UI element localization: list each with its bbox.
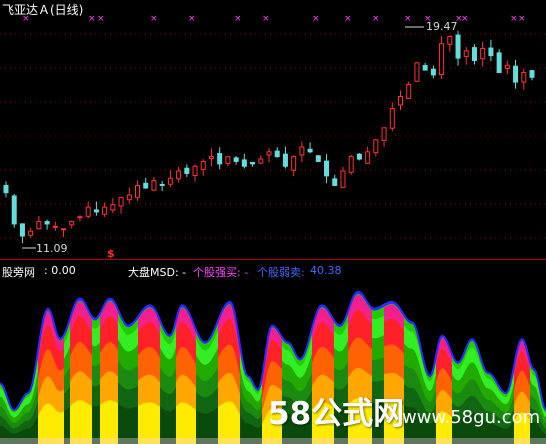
signal-marker: × — [404, 14, 412, 24]
signal-marker: × — [372, 14, 380, 24]
candle-body — [381, 127, 387, 142]
signal-marker: × — [234, 14, 242, 24]
candle-body — [200, 160, 206, 170]
candle-body — [480, 47, 486, 60]
candle-body — [373, 139, 379, 154]
candle-body — [151, 180, 157, 191]
signal-marker: × — [150, 14, 158, 24]
candle-body — [504, 64, 510, 70]
candle-body — [398, 96, 403, 106]
signal-marker: × — [510, 14, 518, 24]
candle-body — [332, 178, 338, 186]
candle-body — [176, 170, 182, 180]
candle-body — [529, 70, 535, 78]
candle-body — [455, 34, 461, 59]
signal-marker: × — [262, 14, 270, 24]
candle-body — [184, 167, 190, 174]
candle-body — [11, 195, 17, 225]
candle-body — [192, 165, 198, 176]
candle-body — [19, 223, 25, 237]
signal-marker: × — [461, 14, 469, 24]
candle-body — [61, 228, 67, 231]
chart-window: × × × × × × × × × × × × × × × × 飞亚达Ａ(日线) 19.47 11.09 $ … — [0, 0, 546, 444]
candle-body — [93, 209, 99, 213]
price-chart: × × × × × × × × × × × × ×× × × — [0, 14, 546, 260]
candle-body — [250, 161, 256, 165]
stock-title: 飞亚达Ａ(日线) — [2, 3, 84, 17]
candle-body — [389, 108, 395, 129]
signal-marker: × — [518, 14, 526, 24]
candle-body — [126, 194, 132, 201]
price-low-label: 11.09 — [36, 242, 68, 255]
signal-marker: × — [88, 14, 96, 24]
signal-marker: × — [97, 14, 105, 24]
candle-body — [299, 146, 305, 156]
candle-body — [69, 221, 75, 226]
candle-body — [167, 177, 173, 185]
indicator-hot-layer — [70, 400, 92, 444]
candle-body — [233, 157, 239, 162]
candle-body — [159, 183, 165, 186]
candle-body — [135, 184, 140, 198]
strong-sell-label: 个股弱卖: — [257, 266, 305, 279]
candle-body — [241, 159, 247, 167]
candle-body — [118, 197, 124, 207]
candle-body — [266, 151, 272, 156]
candle-body — [217, 153, 223, 165]
candle-body — [422, 65, 428, 71]
candle-body — [463, 50, 469, 58]
baseline-band — [0, 438, 546, 444]
candle-body — [447, 35, 453, 45]
candle-body — [365, 151, 371, 164]
candle-body — [348, 156, 354, 173]
watermark-logo: 58公式网 — [268, 396, 405, 432]
strong-buy-label: 个股强买: - — [193, 266, 249, 279]
candle-body — [356, 153, 362, 160]
candle-body — [430, 68, 436, 76]
indicator-hot-layer — [138, 402, 160, 444]
candle-body — [315, 155, 321, 162]
indicator-hot-layer — [176, 402, 196, 444]
candle-body — [143, 182, 149, 189]
candle-body — [52, 225, 58, 228]
strong-sell-value: 40.38 — [310, 264, 342, 277]
candle-body — [488, 47, 494, 57]
indicator-name: 股旁网 — [2, 266, 35, 279]
candle-body — [406, 84, 412, 99]
signal-marker: × — [188, 14, 196, 24]
msd-label: 大盘MSD: - — [128, 266, 187, 279]
indicator-hot-layer — [100, 400, 118, 444]
watermark-url: www.58gu.com — [402, 407, 541, 428]
candle-body — [496, 52, 502, 73]
candle-body — [282, 153, 288, 167]
candle-body — [274, 150, 280, 158]
signal-marker: × — [344, 14, 352, 24]
candle-body — [28, 230, 34, 236]
candle-body — [208, 156, 214, 159]
candle-body — [521, 71, 527, 83]
candle-body — [340, 170, 346, 188]
candle-body — [3, 184, 9, 194]
price-panel[interactable]: × × × × × × × × × × × × × × × × — [0, 0, 546, 260]
candle-body — [414, 62, 420, 82]
candle-body — [85, 206, 91, 217]
candle-body — [258, 158, 264, 164]
indicator-value: : 0.00 — [44, 264, 76, 277]
price-high-label: 19.47 — [426, 20, 458, 33]
signal-mark: $ — [107, 247, 115, 260]
signal-marker: × — [312, 14, 320, 24]
candle-body — [513, 65, 519, 83]
candle-body — [307, 148, 313, 153]
candle-body — [102, 206, 108, 215]
candle-body — [36, 221, 42, 230]
candle-body — [471, 47, 477, 61]
candle-body — [110, 204, 116, 211]
candle-body — [291, 156, 297, 171]
candle-body — [439, 43, 445, 76]
candle-body — [44, 221, 50, 225]
candle-body — [77, 216, 83, 219]
candle-body — [324, 160, 330, 177]
candle-body — [225, 156, 231, 164]
